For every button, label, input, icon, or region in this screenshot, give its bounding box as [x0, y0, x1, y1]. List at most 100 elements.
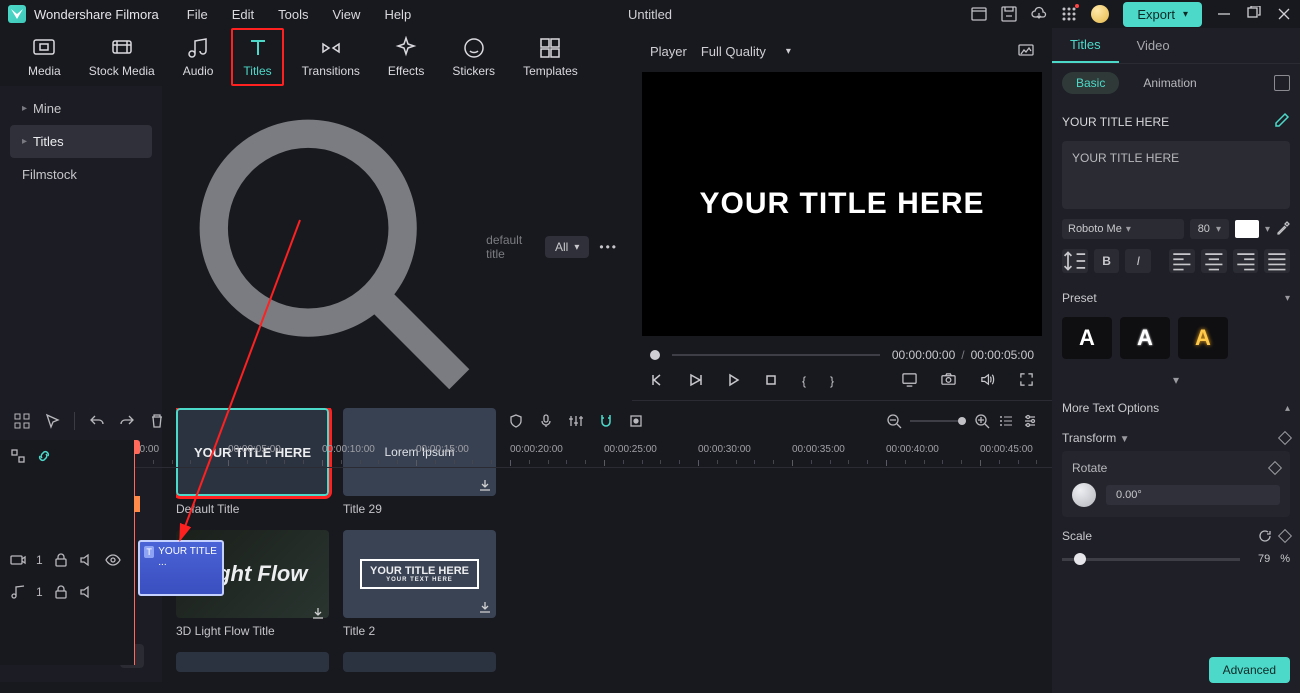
document-title: Untitled	[628, 7, 672, 22]
more-text-options-toggle[interactable]: More Text Options▴	[1062, 391, 1290, 421]
close-button[interactable]	[1276, 6, 1292, 22]
prev-frame-icon[interactable]	[650, 373, 664, 390]
lock-icon[interactable]	[53, 584, 69, 600]
align-center-button[interactable]	[1201, 249, 1227, 273]
preset-1[interactable]: A	[1062, 317, 1112, 359]
rp-tab-video[interactable]: Video	[1119, 28, 1188, 63]
align-right-button[interactable]	[1233, 249, 1259, 273]
tl-cursor-icon[interactable]	[44, 413, 60, 429]
align-justify-button[interactable]	[1264, 249, 1290, 273]
rotate-value-input[interactable]: 0.00°	[1106, 485, 1280, 505]
play-button[interactable]	[726, 373, 740, 390]
tab-stock-media[interactable]: Stock Media	[79, 30, 165, 84]
font-size-dropdown[interactable]: 80▾	[1190, 219, 1229, 239]
tab-templates[interactable]: Templates	[513, 30, 588, 84]
tab-media[interactable]: Media	[18, 30, 71, 84]
scale-slider[interactable]	[1062, 558, 1240, 561]
font-dropdown[interactable]: Roboto Me▾	[1062, 219, 1184, 239]
subtab-animation[interactable]: Animation	[1129, 72, 1210, 94]
account-avatar[interactable]	[1091, 5, 1109, 23]
mark-out-icon[interactable]: }	[830, 374, 834, 388]
mark-in-icon[interactable]: {	[802, 374, 806, 388]
preset-3[interactable]: A	[1178, 317, 1228, 359]
lock-icon[interactable]	[53, 552, 69, 568]
zoom-slider[interactable]	[910, 420, 966, 422]
play-icon[interactable]	[688, 373, 702, 390]
maximize-button[interactable]	[1246, 6, 1262, 22]
show-more-presets[interactable]: ▾	[1062, 369, 1290, 391]
preview-viewport: YOUR TITLE HERE	[642, 72, 1042, 336]
redo-icon[interactable]	[119, 413, 135, 429]
delete-icon[interactable]	[149, 413, 165, 429]
save-icon[interactable]	[1001, 6, 1017, 22]
snapshot-icon[interactable]	[1018, 42, 1034, 61]
reset-scale-icon[interactable]	[1258, 529, 1272, 543]
menu-view[interactable]: View	[332, 7, 360, 22]
search-input[interactable]: default title	[176, 96, 535, 398]
italic-button[interactable]: I	[1125, 249, 1151, 273]
align-left-button[interactable]	[1169, 249, 1195, 273]
color-swatch[interactable]	[1235, 220, 1259, 238]
marker-icon[interactable]	[628, 413, 644, 429]
visibility-icon[interactable]	[105, 552, 121, 568]
sidebar-item-filmstock[interactable]: Filmstock	[10, 158, 152, 191]
tab-titles[interactable]: Titles	[231, 28, 283, 86]
tab-transitions[interactable]: Transitions	[292, 30, 370, 84]
mute-icon[interactable]	[79, 552, 95, 568]
rotate-keyframe-icon[interactable]	[1268, 461, 1282, 475]
menu-help[interactable]: Help	[384, 7, 411, 22]
sidebar-item-titles[interactable]: ▸Titles	[10, 125, 152, 158]
menu-tools[interactable]: Tools	[278, 7, 308, 22]
volume-icon[interactable]	[980, 372, 995, 390]
tl-grid-icon[interactable]	[14, 413, 30, 429]
rotate-dial[interactable]	[1072, 483, 1096, 507]
layout-icon[interactable]	[971, 6, 987, 22]
zoom-out-icon[interactable]	[886, 413, 902, 429]
filter-dropdown[interactable]: All▾	[545, 236, 589, 258]
tab-effects[interactable]: Effects	[378, 30, 434, 84]
settings-icon[interactable]	[1022, 413, 1038, 429]
audio-track-icon[interactable]	[10, 584, 26, 600]
cloud-icon[interactable]	[1031, 6, 1047, 22]
display-icon[interactable]	[902, 372, 917, 390]
line-spacing-button[interactable]	[1062, 249, 1088, 273]
advanced-button[interactable]: Advanced	[1209, 657, 1290, 683]
ai-edit-icon[interactable]	[1274, 112, 1290, 131]
list-icon[interactable]	[998, 413, 1014, 429]
mute-icon[interactable]	[79, 584, 95, 600]
more-options-icon[interactable]: •••	[599, 240, 618, 254]
rp-tab-titles[interactable]: Titles	[1052, 28, 1119, 63]
subtab-basic[interactable]: Basic	[1062, 72, 1119, 94]
playhead[interactable]	[134, 440, 135, 665]
tab-stickers[interactable]: Stickers	[442, 30, 505, 84]
tab-audio[interactable]: Audio	[173, 30, 224, 84]
timeline-ruler[interactable]: 00:0000:00:05:0000:00:10:0000:00:15:0000…	[134, 440, 1052, 468]
sidebar-item-mine[interactable]: ▸Mine	[10, 92, 152, 125]
bold-button[interactable]: B	[1094, 249, 1120, 273]
apps-icon[interactable]	[1061, 6, 1077, 22]
camera-icon[interactable]	[941, 372, 956, 390]
title-text-input[interactable]: YOUR TITLE HERE	[1062, 141, 1290, 209]
track-toggle-icon[interactable]	[10, 448, 26, 464]
menu-file[interactable]: File	[187, 7, 208, 22]
zoom-in-icon[interactable]	[974, 413, 990, 429]
scrubber-handle[interactable]	[650, 350, 660, 360]
timeline-clip[interactable]: T YOUR TITLE ...	[138, 540, 224, 596]
stop-button[interactable]	[764, 373, 778, 390]
minimize-button[interactable]	[1216, 6, 1232, 22]
link-icon[interactable]	[36, 448, 52, 464]
preset-section-toggle[interactable]: Preset▾	[1062, 285, 1290, 311]
save-preset-icon[interactable]	[1274, 75, 1290, 91]
video-track-icon[interactable]	[10, 552, 26, 568]
scrubber-track[interactable]	[672, 354, 880, 356]
transform-section[interactable]: Transform ▼	[1062, 421, 1290, 451]
keyframe-diamond-icon[interactable]	[1278, 431, 1292, 445]
scale-keyframe-icon[interactable]	[1278, 529, 1292, 543]
fullscreen-icon[interactable]	[1019, 372, 1034, 390]
undo-icon[interactable]	[89, 413, 105, 429]
eyedropper-icon[interactable]	[1276, 221, 1290, 238]
menu-edit[interactable]: Edit	[232, 7, 254, 22]
export-button[interactable]: Export▾	[1123, 2, 1202, 27]
quality-dropdown[interactable]: Full Quality▾	[701, 44, 791, 59]
preset-2[interactable]: A	[1120, 317, 1170, 359]
